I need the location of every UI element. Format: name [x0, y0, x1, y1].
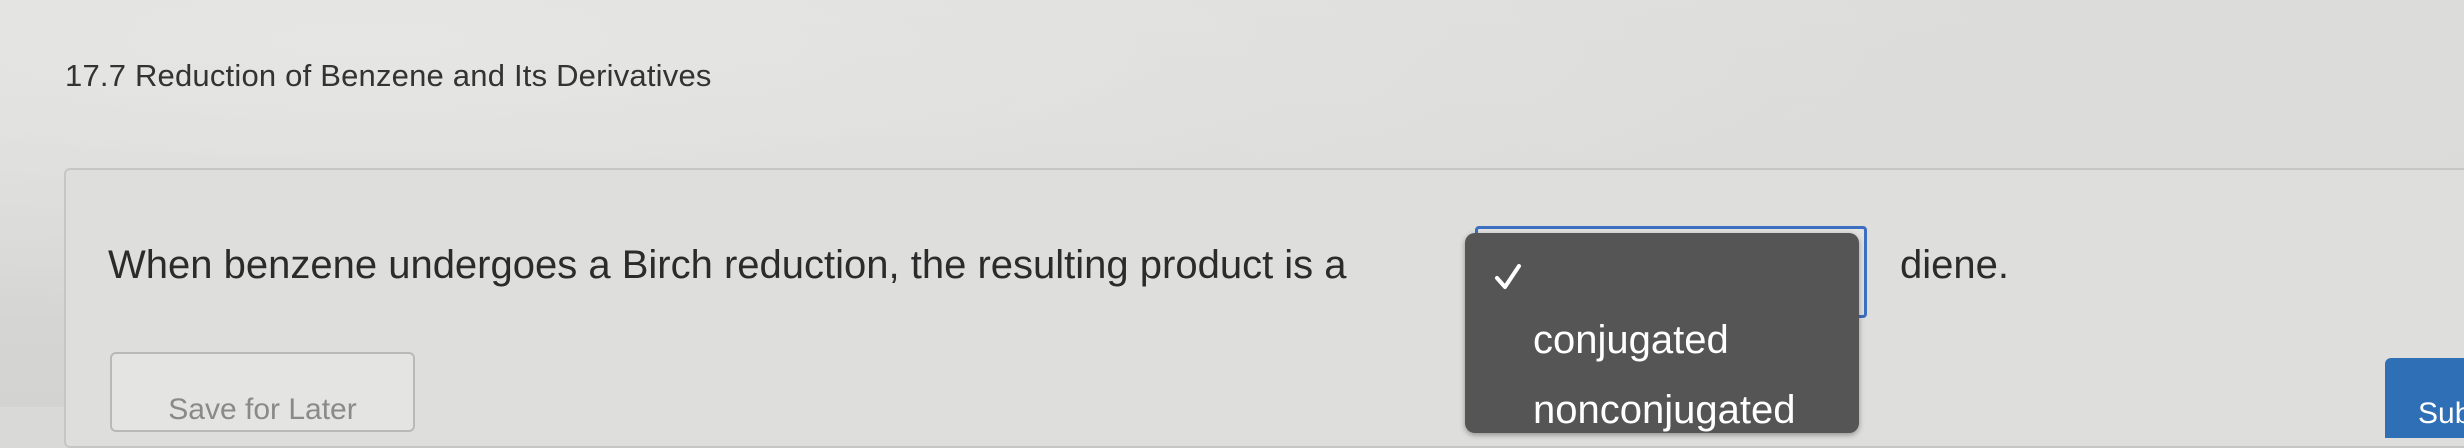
dropdown-option-nonconjugated[interactable]: nonconjugated — [1533, 388, 1795, 433]
submit-button[interactable]: Submit — [2385, 358, 2464, 438]
save-for-later-button[interactable]: Save for Later — [110, 352, 415, 432]
question-suffix: diene. — [1900, 243, 2009, 287]
check-icon — [1495, 264, 1521, 289]
question-card — [64, 168, 2464, 448]
question-prompt: When benzene undergoes a Birch reduction… — [108, 243, 1347, 287]
section-title: 17.7 Reduction of Benzene and Its Deriva… — [65, 58, 712, 93]
dropdown-option-conjugated[interactable]: conjugated — [1533, 318, 1729, 363]
